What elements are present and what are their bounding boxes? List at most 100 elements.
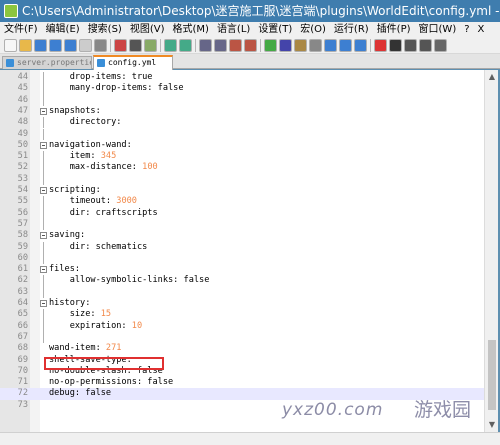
line-number: 44 [17, 72, 28, 82]
menu-item[interactable]: 插件(P) [373, 22, 415, 37]
toolbar-button-icon[interactable] [199, 39, 212, 52]
code-line[interactable]: 66 expiration: 10 [0, 320, 484, 332]
menu-item[interactable]: 窗口(W) [415, 22, 461, 37]
code-line[interactable]: 44 drop-items: true [0, 72, 484, 84]
menu-item[interactable]: 编辑(E) [42, 22, 84, 37]
file-icon [97, 59, 105, 67]
toolbar-button-icon[interactable] [144, 39, 157, 52]
code-line[interactable]: 45 many-drop-items: false [0, 83, 484, 95]
line-number: 55 [17, 196, 28, 207]
code-text: dir: schematics [49, 242, 148, 253]
fold-toggle-icon[interactable] [40, 266, 47, 274]
menu-item[interactable]: 语言(L) [213, 22, 254, 37]
toolbar-button-icon[interactable] [214, 39, 227, 52]
toolbar-button-icon[interactable] [164, 39, 177, 52]
toolbar-button-icon[interactable] [354, 39, 367, 52]
code-key: saving: [49, 230, 86, 241]
code-line[interactable]: 61 files: [0, 264, 484, 275]
menu-item[interactable]: 视图(V) [126, 22, 169, 37]
code-line[interactable]: 46 [0, 94, 484, 106]
code-line[interactable]: 50 navigation-wand: [0, 140, 484, 151]
menu-item[interactable]: 设置(T) [254, 22, 296, 37]
menu-item[interactable]: ? [460, 22, 473, 37]
code-line[interactable]: 47 snapshots: [0, 106, 484, 117]
menu-item[interactable]: 运行(R) [330, 22, 373, 37]
code-line[interactable]: 63 [0, 286, 484, 298]
toolbar-button-icon[interactable] [19, 39, 32, 52]
tab-config-yml[interactable]: config.yml [93, 55, 173, 70]
code-text: history: [49, 298, 90, 309]
code-line[interactable]: 64 history: [0, 298, 484, 309]
code-line[interactable]: 51 item: 345 [0, 151, 484, 163]
window-title-bar[interactable]: C:\Users\Administrator\Desktop\迷宫施工服\迷宫端… [0, 0, 500, 22]
code-key: item: [49, 151, 101, 162]
toolbar-button-icon[interactable] [94, 39, 107, 52]
toolbar-button-icon[interactable] [324, 39, 337, 52]
toolbar-button-icon[interactable] [179, 39, 192, 52]
menu-item[interactable]: X [474, 22, 489, 37]
code-text: navigation-wand: [49, 140, 132, 151]
fold-toggle-icon[interactable] [40, 187, 47, 194]
code-line[interactable]: 68 wand-item: 271 [0, 343, 484, 354]
fold-toggle-icon[interactable] [40, 300, 47, 307]
toolbar-button-icon[interactable] [229, 39, 242, 52]
toolbar-button-icon[interactable] [79, 39, 92, 52]
tab-server-properties[interactable]: server.properties [2, 56, 92, 69]
toolbar-button-icon[interactable] [114, 39, 127, 52]
code-line[interactable]: 52 max-distance: 100 [0, 162, 484, 174]
code-text: directory: [49, 117, 122, 128]
toolbar-button-icon[interactable] [294, 39, 307, 52]
code-line[interactable]: 58 saving: [0, 230, 484, 241]
toolbar-button-icon[interactable] [339, 39, 352, 52]
toolbar-button-icon[interactable] [244, 39, 257, 52]
line-number: 56 [17, 207, 28, 218]
toolbar-button-icon[interactable] [404, 39, 417, 52]
fold-toggle-icon[interactable] [40, 141, 47, 149]
menu-item[interactable]: 格式(M) [169, 22, 213, 37]
code-line[interactable]: 62 allow-symbolic-links: false [0, 275, 484, 287]
scroll-up-arrow-icon[interactable]: ▲ [487, 72, 497, 82]
code-line[interactable]: 71 no-op-permissions: false [0, 377, 484, 388]
vertical-scrollbar[interactable]: ▲ ▼ [484, 70, 498, 432]
code-line[interactable]: 55 timeout: 3000 [0, 196, 484, 208]
line-number: 64 [17, 298, 28, 308]
code-line[interactable]: 48 directory: [0, 117, 484, 129]
menu-item[interactable]: 文件(F) [0, 22, 42, 37]
toolbar-button-icon[interactable] [264, 39, 277, 52]
fold-guide [43, 83, 44, 95]
toolbar-button-icon[interactable] [49, 39, 62, 52]
fold-guide [43, 286, 44, 298]
toolbar-button-icon[interactable] [434, 39, 447, 52]
toolbar-button-icon[interactable] [374, 39, 387, 52]
code-line[interactable]: 59 dir: schematics [0, 241, 484, 253]
fold-toggle-icon[interactable] [40, 232, 47, 240]
code-line[interactable]: 54 scripting: [0, 185, 484, 196]
line-number: 68 [17, 343, 28, 354]
code-line[interactable]: 60 [0, 252, 484, 265]
toolbar-button-icon[interactable] [419, 39, 432, 52]
menu-item[interactable]: 宏(O) [296, 22, 330, 37]
toolbar-button-icon[interactable] [129, 39, 142, 52]
code-line[interactable]: 57 [0, 218, 484, 231]
toolbar-button-icon[interactable] [389, 39, 402, 52]
code-line[interactable]: 56 dir: craftscripts [0, 207, 484, 219]
toolbar-separator [110, 39, 111, 52]
code-value: 10 [131, 320, 143, 331]
code-line[interactable]: 49 [0, 128, 484, 140]
toolbar-button-icon[interactable] [34, 39, 47, 52]
toolbar-button-icon[interactable] [64, 39, 77, 52]
toolbar-button-icon[interactable] [309, 39, 322, 52]
toolbar-button-icon[interactable] [279, 39, 292, 52]
fold-guide [43, 241, 44, 253]
menu-item[interactable]: 搜索(S) [84, 22, 126, 37]
toolbar-button-icon[interactable] [4, 39, 17, 52]
code-line[interactable]: 65 size: 15 [0, 309, 484, 321]
code-line[interactable]: 67 [0, 331, 484, 344]
code-text: files: [49, 264, 80, 275]
code-editor[interactable]: 44 drop-items: true 45 many-drop-items: f… [0, 70, 484, 432]
code-key: size: [49, 309, 101, 320]
toolbar-separator [160, 39, 161, 52]
fold-toggle-icon[interactable] [40, 107, 47, 115]
code-text: expiration: 10 [49, 321, 142, 332]
code-line[interactable]: 53 [0, 173, 484, 185]
